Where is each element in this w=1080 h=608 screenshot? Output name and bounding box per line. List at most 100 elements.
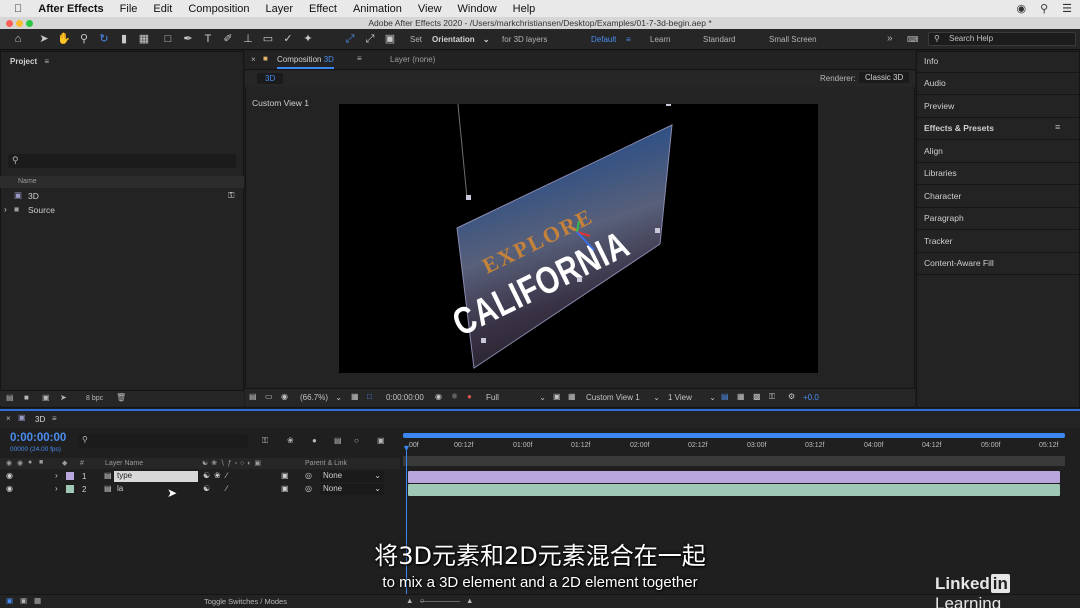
brush-tool-icon[interactable]: ✐ [220,31,236,47]
hide-shy-layers-icon[interactable]: ● [312,436,317,445]
column-parent-link[interactable]: Parent & Link [305,460,347,467]
zoom-tool-icon[interactable]: ⚲ [76,31,92,47]
world-axis-mode-icon[interactable]: ⤢ [362,31,378,47]
layer-name-field[interactable]: la [117,484,123,493]
snapshot-icon[interactable]: ◉ [435,392,442,401]
time-navigator-bar[interactable] [403,456,1065,466]
menu-file[interactable]: File [112,3,146,15]
local-axis-mode-icon[interactable]: ⤢ [342,31,358,47]
type-tool-icon[interactable]: T [200,31,216,47]
panel-menu-icon[interactable]: ≡ [44,57,49,66]
monitor-icon[interactable]: ▭ [265,392,273,401]
workspace-standard[interactable]: Standard [703,35,735,44]
spotlight-search-icon[interactable]: ⚲ [1040,2,1048,15]
expand-arrow-icon[interactable]: › [55,484,58,493]
transform-handle[interactable] [481,338,486,343]
panel-tracker[interactable]: Tracker [916,231,1080,253]
transform-handle[interactable] [666,104,671,106]
work-area-bar[interactable] [403,433,1065,438]
trash-icon[interactable]: 🗑 [116,393,126,402]
expand-arrow-icon[interactable]: › [4,204,7,214]
transform-handle[interactable] [577,277,582,282]
project-search-input[interactable]: ⚲ [8,154,236,168]
camera-tool-icon[interactable]: ▮ [116,31,132,47]
frame-blending-icon[interactable]: ▤ [334,436,342,445]
layer-row-1[interactable]: ◉ › 1 ▤ type ☯ ❀ ∕ ▣ ◎ None ⌄ [0,471,400,483]
app-menu[interactable]: After Effects [30,3,111,15]
panel-libraries[interactable]: Libraries [916,163,1080,185]
menu-animation[interactable]: Animation [345,3,410,15]
collapse-switch-icon[interactable]: ❀ [214,471,221,480]
3d-layer-switch-icon[interactable]: ▣ [281,471,289,480]
tab-composition[interactable]: Composition 3D [277,55,334,69]
workspace-menu-icon[interactable]: ≡ [626,35,631,44]
timeline-current-time[interactable]: 0:00:00:00 [10,432,66,444]
expand-arrow-icon[interactable]: › [55,471,58,480]
parent-pickwhip-icon[interactable]: ◎ [305,471,312,480]
fast-previews-icon[interactable]: ▦ [737,392,745,401]
always-preview-icon[interactable]: ▤ [249,392,257,401]
menu-view[interactable]: View [410,3,450,15]
clone-stamp-tool-icon[interactable]: ⊥ [240,31,256,47]
menu-help[interactable]: Help [505,3,544,15]
transfer-controls-icon[interactable]: ▣ [20,596,27,605]
interpret-footage-icon[interactable]: ▤ [6,393,14,402]
column-layer-name[interactable]: Layer Name [105,460,143,467]
show-snapshot-icon[interactable]: ⚛ [451,392,458,401]
motion-blur-icon[interactable]: ○ [354,436,359,445]
panel-menu-icon[interactable]: ≡ [52,414,57,423]
search-help-input[interactable]: ⚲ Search Help [928,32,1076,46]
quality-switch-icon[interactable]: ∕ [226,471,227,480]
workspace-default[interactable]: Default [591,35,616,44]
panel-menu-icon[interactable]: ≡ [1055,122,1060,132]
toggle-pixel-aspect-icon[interactable]: ▤ [721,392,729,401]
menu-composition[interactable]: Composition [180,3,257,15]
shy-switch-icon[interactable]: ☯ [203,471,210,480]
adobe-dynamic-link-icon[interactable]: ➤ [60,393,67,402]
column-name[interactable]: Name [18,178,37,185]
eraser-tool-icon[interactable]: ▭ [260,31,276,47]
view-layout-dropdown[interactable]: 1 View ⌄ [668,393,716,402]
shy-switch-icon[interactable]: ☯ [203,484,210,493]
menu-layer[interactable]: Layer [258,3,302,15]
reset-exposure-icon[interactable]: ⚙ [788,392,795,401]
zoom-out-icon[interactable]: ▲ [406,596,413,605]
menu-effect[interactable]: Effect [301,3,345,15]
panel-content-aware-fill[interactable]: Content-Aware Fill [916,253,1080,275]
apple-icon[interactable]:  [0,3,30,15]
rectangle-tool-icon[interactable]: □ [160,31,176,47]
region-of-interest-icon[interactable]: ▣ [553,392,561,401]
panel-paragraph[interactable]: Paragraph [916,208,1080,230]
composition-mini-flowchart-icon[interactable]: ⚿ [262,436,268,446]
notification-center-icon[interactable]: ☰ [1062,2,1072,15]
puppet-tool-icon[interactable]: ✦ [300,31,316,47]
in-out-icon[interactable]: ▦ [34,596,41,605]
toggle-switches-modes-button[interactable]: Toggle Switches / Modes [204,597,287,606]
parent-dropdown[interactable]: None ⌄ [320,484,384,495]
visibility-eye-icon[interactable]: ◉ [6,484,13,493]
timeline-icon[interactable]: ▩ [753,392,761,401]
toggle-mask-icon[interactable]: □ [367,392,372,401]
comp-breadcrumb[interactable]: 3D [257,73,284,84]
workspace-learn[interactable]: Learn [650,35,670,44]
pan-behind-tool-icon[interactable]: ▦ [136,31,152,47]
panel-align[interactable]: Align [916,141,1080,163]
pen-tool-icon[interactable]: ✒ [180,31,196,47]
composition-viewer[interactable]: EXPLORE CALIFORNIA [339,104,818,373]
zoom-in-icon[interactable]: ▲ [466,596,473,605]
home-icon[interactable]: ⌂ [10,31,26,47]
exposure-value[interactable]: +0.0 [803,393,819,402]
bit-depth-button[interactable]: 8 bpc [86,395,103,402]
more-workspaces-icon[interactable]: » [887,33,893,44]
quality-switch-icon[interactable]: ∕ [226,484,227,493]
selection-tool-icon[interactable]: ➤ [36,31,52,47]
layer-label-color[interactable] [66,472,74,480]
workspace-small-screen[interactable]: Small Screen [769,35,817,44]
parent-pickwhip-icon[interactable]: ◎ [305,484,312,493]
flowchart-icon[interactable]: ⚿ [228,190,234,201]
panel-preview[interactable]: Preview [916,96,1080,118]
new-composition-icon[interactable]: ▣ [42,393,50,402]
flowchart-icon[interactable]: ⚿ [769,392,775,402]
keyboard-shortcuts-icon[interactable]: ⌨ [907,35,919,44]
close-tab-icon[interactable]: × [6,414,11,423]
